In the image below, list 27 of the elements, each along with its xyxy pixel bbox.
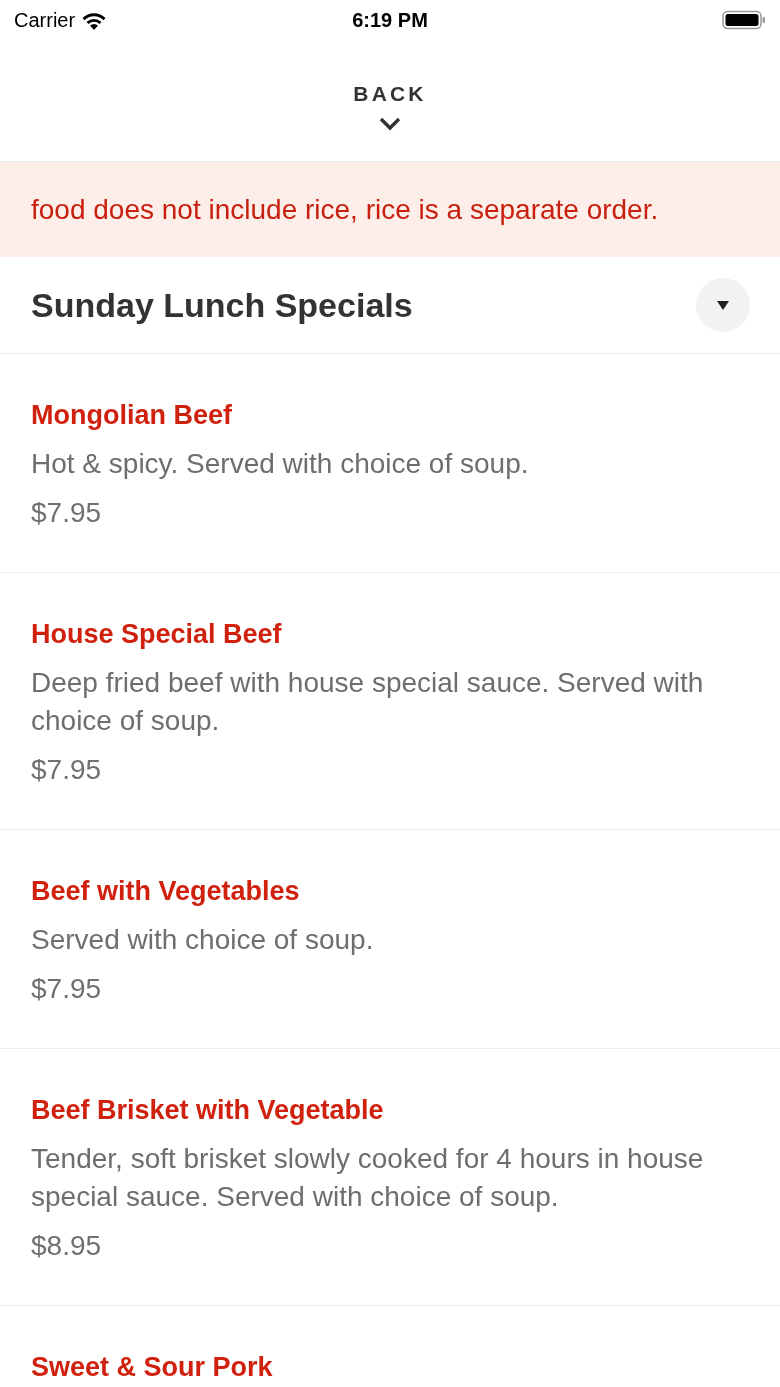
back-button[interactable]: BACK — [353, 69, 427, 132]
chevron-down-icon — [379, 117, 401, 132]
item-name: Sweet & Sour Pork — [31, 1351, 274, 1384]
item-price: $8.95 — [31, 1229, 103, 1263]
battery-icon — [722, 10, 766, 30]
item-price: $7.95 — [31, 496, 103, 530]
item-name: Mongolian Beef — [31, 399, 233, 432]
wifi-icon — [81, 10, 108, 30]
item-name: House Special Beef — [31, 618, 283, 651]
notice-text: food does not include rice, rice is a separate order. — [31, 192, 659, 227]
menu-item[interactable]: Sweet & Sour Pork — [0, 1306, 780, 1387]
item-description: Deep fried beef with house special sauce. Served with choice of soup. — [31, 666, 705, 738]
caret-down-icon — [717, 300, 729, 310]
time-label: 6:19 PM — [352, 8, 428, 33]
item-price: $7.95 — [31, 972, 103, 1006]
item-name: Beef with Vegetables — [31, 875, 301, 908]
item-description: Served with choice of soup. — [31, 923, 375, 957]
item-description: Tender, soft brisket slowly cooked for 4 hours in house special sauce. Served with choice of soup. — [31, 1142, 705, 1214]
menu-item[interactable]: Mongolian Beef Hot & spicy. Served with choice of soup. $7.95 — [0, 354, 780, 573]
menu-item[interactable]: Beef Brisket with Vegetable Tender, soft brisket slowly cooked for 4 hours in house special sauce. Served with choice of soup. $8.95 — [0, 1049, 780, 1306]
menu-item[interactable]: Beef with Vegetables Served with choice of soup. $7.95 — [0, 830, 780, 1049]
item-description: Hot & spicy. Served with choice of soup. — [31, 447, 530, 481]
carrier-label: Carrier — [14, 8, 76, 33]
menu-item[interactable]: House Special Beef Deep fried beef with house special sauce. Served with choice of soup. $7.95 — [0, 573, 780, 830]
item-price: $7.95 — [31, 753, 103, 787]
section-title: Sunday Lunch Specials — [31, 284, 413, 326]
item-name: Beef Brisket with Vegetable — [31, 1094, 385, 1127]
